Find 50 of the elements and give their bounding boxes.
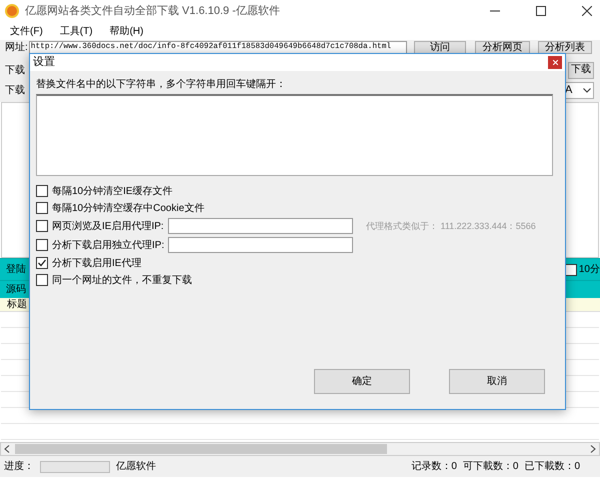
menu-item[interactable]: 文件(F) [10,24,43,38]
bar-label: 登陆 [6,262,26,277]
vendor-name: 亿愿软件 [116,460,156,474]
download-label: 下载 [5,84,25,98]
app-logo-icon [5,4,19,18]
toolbar-button[interactable]: 访问 [414,40,466,54]
checkbox-label: 分析下载启用IE代理 [52,256,142,270]
close-icon[interactable] [582,6,592,16]
chevron-left-icon[interactable] [4,445,10,453]
menu-item[interactable]: 帮助(H) [110,24,144,38]
close-button[interactable] [548,56,562,69]
checkbox-label: 网页浏览及IE启用代理IP: [52,220,164,234]
toolbar-button[interactable]: 分析列表 [538,40,592,54]
checkbox[interactable] [36,202,48,214]
horizontal-scrollbar[interactable] [0,442,600,456]
checkbox-label: 每隔10分钟清空IE缓存文件 [52,184,173,198]
count-text: 可下載数：0 [462,460,518,474]
url-label: 网址: [5,40,28,54]
checkbox[interactable] [36,274,48,286]
checkbox[interactable] [36,257,48,269]
dialog-button[interactable]: 取消 [449,369,545,394]
replace-label: 替换文件名中的以下字符串，多个字符串用回车键隔开： [36,78,287,91]
checkbox-label: 同一个网址的文件，不重复下载 [52,274,192,288]
scrollbar-thumb[interactable] [15,444,387,454]
download-button[interactable]: 下载 [568,62,594,78]
download-label: 下载 [5,64,25,78]
checkbox[interactable] [36,185,48,197]
proxy-ip-field[interactable] [168,218,353,234]
checkbox-label: 每隔10分钟清空缓存中Cookie文件 [52,202,204,216]
progress-label: 进度： [4,460,34,474]
dialog-button[interactable]: 确定 [314,369,410,394]
chevron-down-icon [583,88,591,92]
proxy-ip-field[interactable] [168,237,353,253]
replace-text-area[interactable] [36,94,553,176]
count-text: 记录数：0 [411,460,457,474]
chevron-right-icon[interactable] [590,445,596,453]
checkbox-label: 10分 [578,263,600,277]
maximize-icon[interactable] [536,6,546,16]
bar-label: 源码 [6,283,26,297]
checkbox[interactable] [36,220,48,232]
toolbar-button[interactable]: 分析网页 [474,40,530,54]
menu-item[interactable]: 工具(T) [60,24,93,38]
dialog-title: 设置 [33,55,55,70]
count-text: 已下載数：0 [524,460,580,474]
proxy-format-hint: 代理格式类似于： 111.222.333.444：5566 [366,220,536,233]
checkbox-label: 分析下载启用独立代理IP: [52,238,164,252]
checkbox[interactable] [36,239,48,251]
close-icon [552,60,558,65]
column-header: 标题 [7,298,27,312]
window-title: 亿愿网站各类文件自动全部下载 V1.6.10.9 -亿愿软件 [25,4,280,19]
